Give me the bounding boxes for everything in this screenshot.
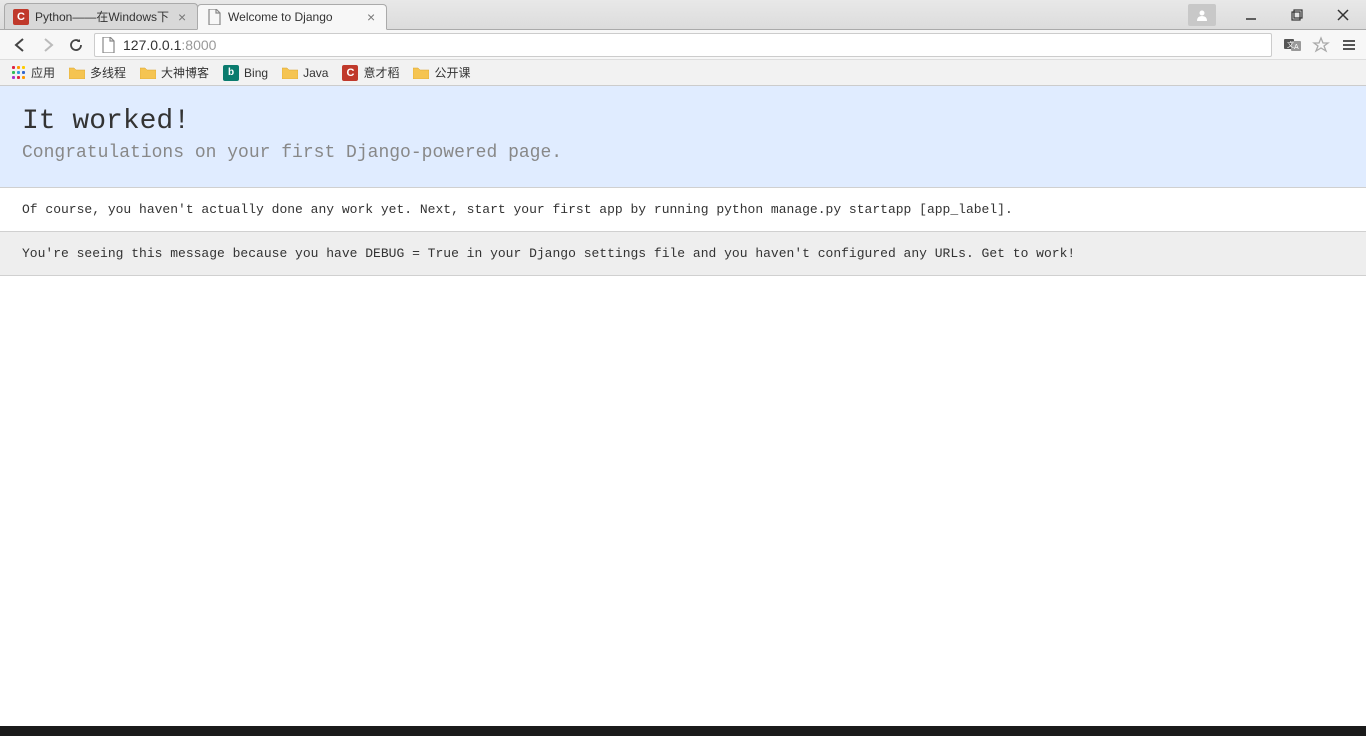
bookmark-multithreading[interactable]: 多线程 bbox=[63, 62, 132, 83]
minimize-button[interactable] bbox=[1228, 4, 1274, 26]
bookmark-java[interactable]: Java bbox=[276, 64, 334, 82]
bookmark-yicaidao[interactable]: C 意才稻 bbox=[336, 62, 405, 83]
explanation-text: You're seeing this message because you h… bbox=[0, 232, 1366, 276]
svg-text:A: A bbox=[1294, 44, 1299, 51]
bookmark-label: Java bbox=[303, 66, 328, 80]
header-section: It worked! Congratulations on your first… bbox=[0, 86, 1366, 188]
bookmark-label: 公开课 bbox=[434, 64, 470, 81]
menu-icon[interactable] bbox=[1338, 34, 1360, 56]
bing-icon: b bbox=[223, 65, 239, 81]
window-controls bbox=[1188, 0, 1366, 30]
bookmark-label: Bing bbox=[244, 66, 268, 80]
bookmark-godblog[interactable]: 大神博客 bbox=[134, 62, 215, 83]
bookmarks-bar: 应用 多线程 大神博客 b Bing Java C 意才稻 公开课 bbox=[0, 60, 1366, 86]
tab-python[interactable]: C Python——在Windows下 × bbox=[4, 3, 198, 29]
folder-icon bbox=[69, 66, 85, 79]
tab-title: Welcome to Django bbox=[228, 10, 358, 24]
url-text: 127.0.0.1:8000 bbox=[123, 37, 1265, 53]
folder-icon bbox=[140, 66, 156, 79]
back-button[interactable] bbox=[6, 32, 34, 58]
close-icon[interactable]: × bbox=[364, 10, 378, 24]
tab-django[interactable]: Welcome to Django × bbox=[197, 4, 387, 30]
page-icon bbox=[101, 37, 117, 53]
star-icon[interactable] bbox=[1310, 34, 1332, 56]
page-content: It worked! Congratulations on your first… bbox=[0, 86, 1366, 276]
translate-icon[interactable]: 文A bbox=[1282, 34, 1304, 56]
bookmark-label: 多线程 bbox=[90, 64, 126, 81]
c-red-icon: C bbox=[342, 65, 358, 81]
close-icon[interactable]: × bbox=[175, 10, 189, 24]
page-heading: It worked! bbox=[22, 106, 1344, 137]
bookmark-opencourse[interactable]: 公开课 bbox=[407, 62, 476, 83]
tab-bar: C Python——在Windows下 × Welcome to Django … bbox=[0, 0, 1366, 30]
c-red-icon: C bbox=[13, 9, 29, 25]
bookmark-bing[interactable]: b Bing bbox=[217, 63, 274, 83]
url-host: 127.0.0.1 bbox=[123, 37, 181, 53]
maximize-button[interactable] bbox=[1274, 4, 1320, 26]
address-input[interactable]: 127.0.0.1:8000 bbox=[94, 33, 1272, 57]
tab-title: Python——在Windows下 bbox=[35, 8, 169, 25]
url-port: :8000 bbox=[181, 37, 216, 53]
taskbar bbox=[0, 726, 1366, 736]
apps-button[interactable]: 应用 bbox=[6, 62, 61, 83]
page-icon bbox=[206, 9, 222, 25]
forward-button[interactable] bbox=[34, 32, 62, 58]
folder-icon bbox=[413, 66, 429, 79]
bookmark-label: 意才稻 bbox=[363, 64, 399, 81]
user-button[interactable] bbox=[1188, 4, 1216, 26]
instructions-text: Of course, you haven't actually done any… bbox=[0, 188, 1366, 232]
svg-text:文: 文 bbox=[1287, 40, 1294, 49]
address-bar: 127.0.0.1:8000 文A bbox=[0, 30, 1366, 60]
bookmark-label: 大神博客 bbox=[161, 64, 209, 81]
page-subheading: Congratulations on your first Django-pow… bbox=[22, 143, 1344, 163]
apps-label: 应用 bbox=[31, 64, 55, 81]
close-button[interactable] bbox=[1320, 4, 1366, 26]
reload-button[interactable] bbox=[62, 32, 90, 58]
apps-grid-icon bbox=[12, 66, 26, 80]
folder-icon bbox=[282, 66, 298, 79]
